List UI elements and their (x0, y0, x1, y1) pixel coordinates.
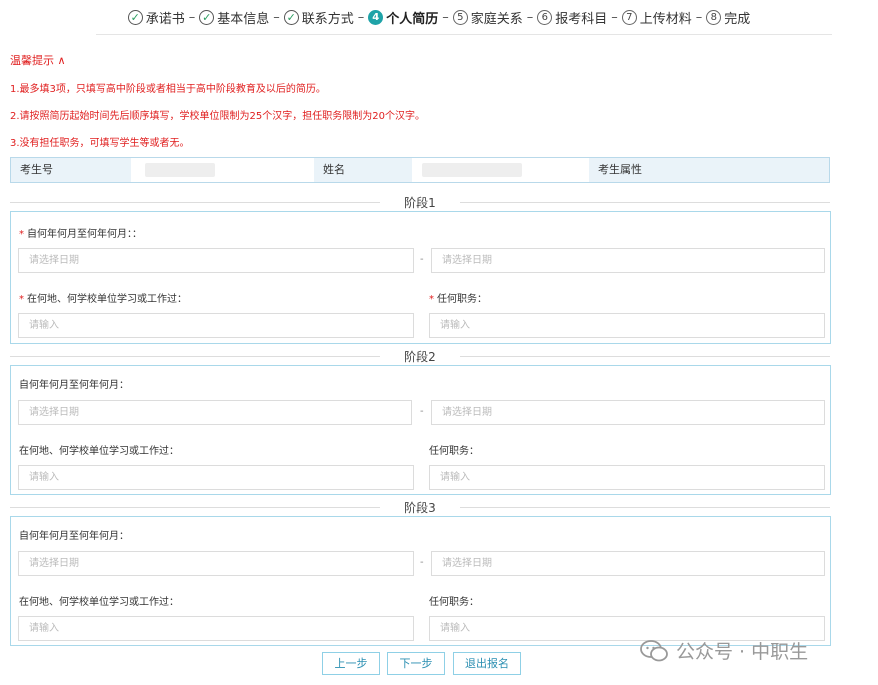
step-label: 完成 (724, 11, 751, 27)
step-8: 8 完成 (706, 8, 750, 27)
stage-title: 阶段1 (404, 196, 436, 210)
stage-2-header: 阶段2 (10, 349, 830, 364)
step-label: 个人简历 (386, 11, 439, 27)
stage-2-box: 自何年何月至何年何月： 请选择日期 - 请选择日期 在何地、何学校单位学习或工作… (10, 365, 831, 495)
exam-number-label: 考生号 (11, 158, 131, 182)
divider (96, 34, 832, 35)
period-label: * 自何年何月至何年何月：： (19, 229, 142, 240)
next-step-button[interactable]: 下一步 (387, 652, 445, 675)
step-separator: – (611, 9, 618, 25)
date-range-dash: - (420, 406, 424, 417)
tip-item: 1.最多填3项，只填写高中阶段或者相当于高中阶段教育及以后的简历。 (10, 84, 326, 95)
watermark-text: 公众号 · 中职生 (676, 641, 809, 663)
tip-item: 2.请按照简历起始时间先后顺序填写，学校单位限制为25个汉字，担任职务限制为20… (10, 111, 425, 122)
name-value (412, 158, 589, 182)
end-date-picker[interactable]: 请选择日期 (431, 551, 825, 576)
start-date-picker[interactable]: 请选择日期 (18, 400, 412, 425)
step-separator: – (273, 9, 280, 25)
stage-1-box: * 自何年何月至何年何月：： 请选择日期 - 请选择日期 * 在何地、何学校单位学习… (10, 211, 831, 344)
prev-step-button[interactable]: 上一步 (322, 652, 380, 675)
stage-title: 阶段3 (404, 501, 436, 515)
candidate-info-row: 考生号 姓名 考生属性 (10, 157, 830, 183)
step-label: 上传材料 (639, 11, 692, 27)
place-input[interactable]: 请输入 (18, 465, 414, 490)
place-label: 在何地、何学校单位学习或工作过： (19, 597, 179, 608)
step-separator: – (442, 9, 449, 25)
date-range-dash: - (420, 254, 424, 265)
end-date-picker[interactable]: 请选择日期 (431, 400, 825, 425)
step-separator: – (188, 9, 196, 25)
step-2: ✓ 基本信息 (199, 8, 269, 27)
exit-registration-button[interactable]: 退出报名 (453, 652, 521, 675)
step-separator: – (357, 9, 365, 25)
step-number-icon: 8 (706, 9, 722, 25)
date-range-dash: - (420, 557, 424, 568)
stage-3-header: 阶段3 (10, 500, 830, 515)
position-label: 任何职务： (429, 446, 479, 457)
candidate-attribute-label: 考生属性 (589, 158, 829, 182)
tip-item: 3.没有担任职务，可填写学生等或者无。 (10, 138, 190, 149)
place-label: * 在何地、何学校单位学习或工作过： (19, 294, 187, 305)
step-4: 4 个人简历 (368, 8, 438, 27)
step-separator: – (526, 9, 534, 25)
position-input[interactable]: 请输入 (429, 465, 825, 490)
check-icon: ✓ (199, 9, 215, 25)
required-mark: * (19, 229, 24, 240)
start-date-picker[interactable]: 请选择日期 (18, 248, 414, 273)
step-label: 家庭关系 (470, 11, 523, 27)
position-label: * 任何职务： (429, 294, 487, 305)
wechat-icon (640, 639, 668, 661)
exam-number-value (131, 158, 314, 182)
step-number-icon: 7 (621, 9, 637, 25)
place-input[interactable]: 请输入 (18, 616, 414, 641)
step-label: 报考科目 (555, 11, 608, 27)
watermark: 公众号 · 中职生 (640, 637, 808, 664)
place-input[interactable]: 请输入 (18, 313, 414, 338)
position-label: 任何职务： (429, 597, 479, 608)
period-label: 自何年何月至何年何月： (19, 380, 129, 391)
name-label: 姓名 (314, 158, 412, 182)
step-5: 5 家庭关系 (452, 8, 523, 27)
place-label: 在何地、何学校单位学习或工作过： (19, 446, 179, 457)
step-7: 7 上传材料 (621, 8, 692, 27)
step-3: ✓ 联系方式 (283, 8, 354, 27)
step-6: 6 报考科目 (537, 8, 607, 27)
step-1: ✓ 承诺书 (127, 8, 185, 27)
end-date-picker[interactable]: 请选择日期 (431, 248, 825, 273)
tips-toggle[interactable]: 温馨提示 ∧ (10, 52, 66, 68)
position-input[interactable]: 请输入 (429, 313, 825, 338)
period-label: 自何年何月至何年何月： (19, 531, 129, 542)
progress-steps: ✓ 承诺书 – ✓ 基本信息 – ✓ 联系方式 – 4 个人简历 – 5 家庭关系 – 6… (0, 0, 878, 34)
step-number-icon: 6 (537, 9, 553, 25)
stage-1-header: 阶段1 (10, 195, 830, 210)
step-number-icon: 5 (452, 9, 468, 25)
step-label: 承诺书 (145, 11, 185, 27)
check-icon: ✓ (127, 9, 143, 25)
step-separator: – (695, 9, 703, 25)
check-icon: ✓ (283, 9, 299, 25)
stage-3-box: 自何年何月至何年何月： 请选择日期 - 请选择日期 在何地、何学校单位学习或工作… (10, 516, 831, 646)
start-date-picker[interactable]: 请选择日期 (18, 551, 414, 576)
stage-title: 阶段2 (404, 350, 436, 364)
step-number-icon: 4 (368, 9, 384, 25)
required-mark: * (429, 294, 434, 305)
step-label: 基本信息 (217, 11, 270, 27)
required-mark: * (19, 294, 24, 305)
step-label: 联系方式 (301, 11, 354, 27)
